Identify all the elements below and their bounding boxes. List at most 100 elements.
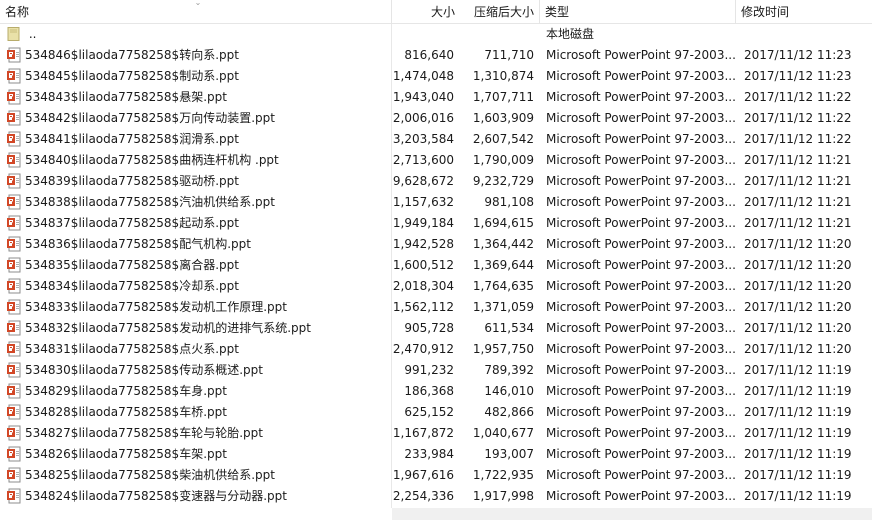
file-compressed-size: 789,392 (484, 363, 534, 377)
file-type: Microsoft PowerPoint 97-2003... (546, 342, 736, 356)
file-row[interactable]: 534825$lilaoda7758258$柴油机供给系.ppt 1,967,61… (0, 465, 872, 486)
powerpoint-file-icon (7, 131, 21, 146)
file-size: 1,942,528 (392, 237, 454, 251)
file-size: 1,562,112 (392, 300, 454, 314)
powerpoint-file-icon (7, 152, 21, 167)
file-name: 534838$lilaoda7758258$汽油机供给系.ppt (25, 195, 275, 209)
column-header-type-label: 类型 (545, 5, 570, 19)
file-row[interactable]: 534830$lilaoda7758258$传动系概述.ppt 991,232 78… (0, 360, 872, 381)
column-header-modified-label: 修改时间 (741, 5, 790, 19)
file-row[interactable]: 534835$lilaoda7758258$离合器.ppt 1,600,512 1,… (0, 255, 872, 276)
powerpoint-file-icon (7, 446, 21, 461)
powerpoint-file-icon (7, 299, 21, 314)
powerpoint-file-icon (7, 425, 21, 440)
file-row[interactable]: 534845$lilaoda7758258$制动系.ppt 1,474,048 1,… (0, 66, 872, 87)
file-row[interactable]: 534829$lilaoda7758258$车身.ppt 186,368 146,0… (0, 381, 872, 402)
file-name: 534826$lilaoda7758258$车架.ppt (25, 447, 227, 461)
file-modified: 2017/11/12 11:19 (744, 363, 852, 377)
file-type: Microsoft PowerPoint 97-2003... (546, 405, 736, 419)
file-name-cell: 534837$lilaoda7758258$起动系.ppt (0, 213, 392, 234)
file-compressed-size: 1,722,935 (472, 468, 534, 482)
sort-ascending-icon: ⌄ (194, 0, 202, 7)
file-compressed-size: 2,607,542 (472, 132, 534, 146)
file-name-cell: 534842$lilaoda7758258$万向传动装置.ppt (0, 108, 392, 129)
file-name: 534832$lilaoda7758258$发动机的进排气系统.ppt (25, 321, 311, 335)
column-header-size[interactable]: 大小 (392, 0, 460, 24)
file-type: Microsoft PowerPoint 97-2003... (546, 447, 736, 461)
file-row[interactable]: 534843$lilaoda7758258$悬架.ppt 1,943,040 1,7… (0, 87, 872, 108)
file-row[interactable]: 534836$lilaoda7758258$配气机构.ppt 1,942,528 1… (0, 234, 872, 255)
parent-folder-row[interactable]: .. 本地磁盘 (0, 24, 872, 45)
file-type: Microsoft PowerPoint 97-2003... (546, 174, 736, 188)
file-name-cell: 534843$lilaoda7758258$悬架.ppt (0, 87, 392, 108)
file-type: Microsoft PowerPoint 97-2003... (546, 216, 736, 230)
file-type: Microsoft PowerPoint 97-2003... (546, 111, 736, 125)
file-size: 1,167,872 (392, 426, 454, 440)
file-modified: 2017/11/12 11:23 (744, 48, 852, 62)
file-name-cell: 534830$lilaoda7758258$传动系概述.ppt (0, 360, 392, 381)
file-row[interactable]: 534841$lilaoda7758258$润滑系.ppt 3,203,584 2,… (0, 129, 872, 150)
file-compressed-size: 1,790,009 (472, 153, 534, 167)
file-size: 233,984 (404, 447, 454, 461)
file-type: Microsoft PowerPoint 97-2003... (546, 132, 736, 146)
file-name-cell: 534824$lilaoda7758258$变速器与分动器.ppt (0, 486, 392, 507)
file-size: 2,018,304 (392, 279, 454, 293)
file-compressed-size: 1,764,635 (472, 279, 534, 293)
file-row[interactable]: 534838$lilaoda7758258$汽油机供给系.ppt 1,157,63… (0, 192, 872, 213)
file-row[interactable]: 534833$lilaoda7758258$发动机工作原理.ppt 1,562,1… (0, 297, 872, 318)
file-row[interactable]: 534834$lilaoda7758258$冷却系.ppt 2,018,304 1,… (0, 276, 872, 297)
file-size: 2,006,016 (392, 111, 454, 125)
file-modified: 2017/11/12 11:19 (744, 405, 852, 419)
file-size: 816,640 (404, 48, 454, 62)
file-row[interactable]: 534832$lilaoda7758258$发动机的进排气系统.ppt 905,7… (0, 318, 872, 339)
file-row[interactable]: 534828$lilaoda7758258$车桥.ppt 625,152 482,8… (0, 402, 872, 423)
file-compressed-size: 611,534 (484, 321, 534, 335)
file-row[interactable]: 534842$lilaoda7758258$万向传动装置.ppt 2,006,01… (0, 108, 872, 129)
powerpoint-file-icon (7, 110, 21, 125)
powerpoint-file-icon (7, 320, 21, 335)
file-compressed-size: 1,917,998 (472, 489, 534, 503)
powerpoint-file-icon (7, 278, 21, 293)
file-modified: 2017/11/12 11:21 (744, 174, 852, 188)
file-modified: 2017/11/12 11:19 (744, 468, 852, 482)
file-row[interactable]: 534826$lilaoda7758258$车架.ppt 233,984 193,0… (0, 444, 872, 465)
powerpoint-file-icon (7, 236, 21, 251)
file-name: 534830$lilaoda7758258$传动系概述.ppt (25, 363, 263, 377)
file-compressed-size: 1,957,750 (472, 342, 534, 356)
file-name: 534837$lilaoda7758258$起动系.ppt (25, 216, 239, 230)
file-row[interactable]: 534840$lilaoda7758258$曲柄连杆机构 .ppt 2,713,6… (0, 150, 872, 171)
file-type: Microsoft PowerPoint 97-2003... (546, 384, 736, 398)
file-name: 534831$lilaoda7758258$点火系.ppt (25, 342, 239, 356)
file-modified: 2017/11/12 11:21 (744, 195, 852, 209)
file-size: 1,474,048 (392, 69, 454, 83)
column-header-modified[interactable]: 修改时间 (736, 0, 872, 24)
archive-file-list-window: 名称 ⌄ 大小 压缩后大小 类型 修改时间 .. 本地磁盘 534846$lil… (0, 0, 872, 520)
column-header-compressed-label: 压缩后大小 (473, 5, 534, 19)
column-header-size-label: 大小 (430, 5, 455, 19)
file-size: 3,203,584 (392, 132, 454, 146)
file-compressed-size: 482,866 (484, 405, 534, 419)
file-size: 625,152 (404, 405, 454, 419)
file-compressed-size: 1,310,874 (472, 69, 534, 83)
file-name: 534834$lilaoda7758258$冷却系.ppt (25, 279, 239, 293)
file-row[interactable]: 534837$lilaoda7758258$起动系.ppt 1,949,184 1,… (0, 213, 872, 234)
file-list: .. 本地磁盘 534846$lilaoda7758258$转向系.ppt 816… (0, 24, 872, 507)
file-size: 1,949,184 (392, 216, 454, 230)
parent-folder-type: 本地磁盘 (546, 27, 595, 41)
file-row[interactable]: 534839$lilaoda7758258$驱动桥.ppt 9,628,672 9,… (0, 171, 872, 192)
file-row[interactable]: 534846$lilaoda7758258$转向系.ppt 816,640 711,… (0, 45, 872, 66)
file-modified: 2017/11/12 11:20 (744, 321, 852, 335)
file-row[interactable]: 534824$lilaoda7758258$变速器与分动器.ppt 2,254,3… (0, 486, 872, 507)
file-size: 9,628,672 (392, 174, 454, 188)
horizontal-scrollbar-area[interactable] (392, 508, 872, 520)
column-header-type[interactable]: 类型 (540, 0, 736, 24)
file-compressed-size: 981,108 (484, 195, 534, 209)
file-compressed-size: 193,007 (484, 447, 534, 461)
file-type: Microsoft PowerPoint 97-2003... (546, 153, 736, 167)
file-compressed-size: 1,040,677 (472, 426, 534, 440)
file-row[interactable]: 534831$lilaoda7758258$点火系.ppt 2,470,912 1,… (0, 339, 872, 360)
file-name: 534845$lilaoda7758258$制动系.ppt (25, 69, 239, 83)
file-row[interactable]: 534827$lilaoda7758258$车轮与轮胎.ppt 1,167,872… (0, 423, 872, 444)
powerpoint-file-icon (7, 341, 21, 356)
column-header-compressed-size[interactable]: 压缩后大小 (460, 0, 540, 24)
